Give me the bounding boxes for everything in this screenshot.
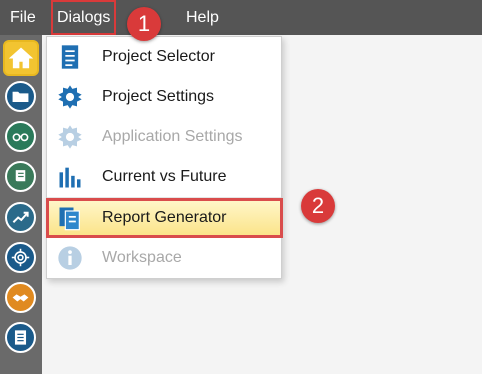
report-icon (55, 203, 85, 233)
sidebar-home-button[interactable] (3, 40, 39, 76)
info-icon (55, 243, 85, 273)
folder-icon (12, 91, 29, 103)
scroll-icon (15, 170, 26, 182)
menu-item-label: Report Generator (102, 209, 227, 226)
sidebar-trend-button[interactable] (5, 202, 36, 233)
menu-item-project-settings[interactable]: Project Settings (47, 77, 281, 117)
menu-item-report-generator[interactable]: Report Generator (46, 198, 283, 238)
sidebar-handshake-button[interactable] (5, 282, 36, 313)
menu-dialogs[interactable]: Dialogs (51, 0, 117, 35)
menu-item-workspace: Workspace (47, 238, 281, 278)
menu-bar: File Dialogs ls Help (0, 0, 482, 35)
handshake-icon (12, 294, 29, 302)
menu-item-label: Current vs Future (102, 168, 227, 185)
document-icon (55, 42, 85, 72)
gear-icon (55, 82, 85, 112)
callout-badge-2: 2 (301, 189, 335, 223)
sidebar-folder-button[interactable] (5, 81, 36, 112)
menu-item-label: Workspace (102, 249, 182, 266)
binoculars-icon (12, 133, 29, 142)
sidebar-document-button[interactable] (5, 322, 36, 353)
sidebar-binoculars-button[interactable] (5, 121, 36, 152)
sidebar-target-button[interactable] (5, 242, 36, 273)
sidebar (0, 35, 42, 374)
menu-help[interactable]: Help (186, 0, 219, 35)
menu-item-label: Project Selector (102, 48, 215, 65)
dialogs-dropdown: Project Selector Project Settings Applic… (46, 36, 283, 279)
document-list-icon (14, 330, 27, 345)
menu-item-project-selector[interactable]: Project Selector (47, 37, 281, 77)
target-icon (11, 248, 30, 267)
gear-icon (55, 122, 85, 152)
sidebar-scroll-button[interactable] (5, 161, 36, 192)
bar-chart-icon (55, 162, 85, 192)
menu-item-current-vs-future[interactable]: Current vs Future (47, 157, 281, 197)
menu-item-application-settings: Application Settings (47, 117, 281, 157)
menu-item-label: Project Settings (102, 88, 215, 105)
callout-badge-1: 1 (127, 7, 161, 41)
menu-file[interactable]: File (10, 0, 36, 35)
home-icon (8, 47, 34, 69)
chart-trend-icon (12, 211, 29, 223)
menu-item-label: Application Settings (102, 128, 243, 145)
